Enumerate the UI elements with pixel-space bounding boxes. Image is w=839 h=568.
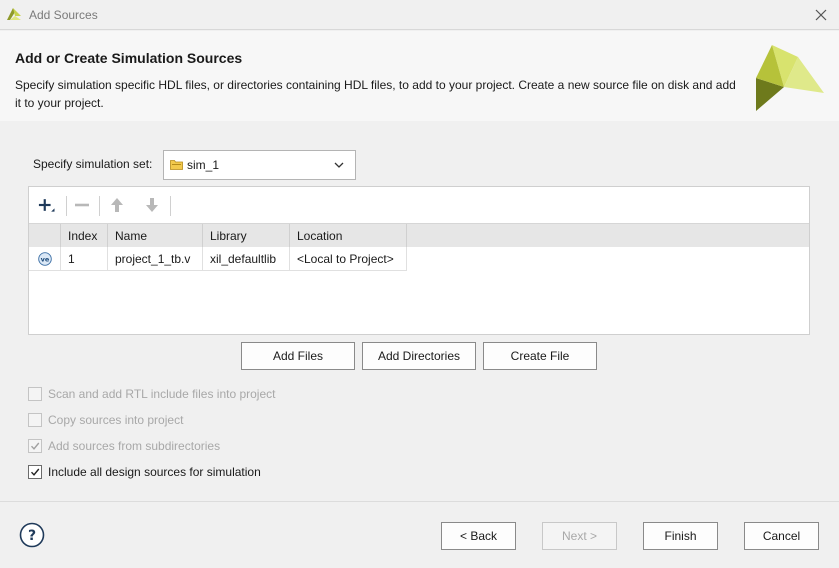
sources-toolbar	[29, 187, 809, 223]
simset-label: Specify simulation set:	[33, 157, 153, 171]
checkbox-label: Copy sources into project	[48, 413, 184, 427]
page-title: Add or Create Simulation Sources	[15, 50, 243, 66]
page-description: Specify simulation specific HDL files, o…	[15, 78, 736, 110]
column-header-location[interactable]: Location	[290, 224, 407, 248]
dialog-header: Add or Create Simulation Sources Specify…	[0, 31, 839, 121]
checkbox-box[interactable]	[28, 465, 42, 479]
column-header-library[interactable]: Library	[203, 224, 290, 248]
checkbox-label: Add sources from subdirectories	[48, 439, 221, 453]
checkmark-icon	[30, 468, 40, 476]
help-icon[interactable]: ?	[19, 522, 45, 548]
next-button[interactable]: Next >	[542, 522, 617, 550]
checkbox-label: Include all design sources for simulatio…	[48, 465, 261, 479]
checkmark-icon	[30, 442, 40, 450]
row-index: 1	[61, 247, 108, 271]
add-directories-button[interactable]: Add Directories	[362, 342, 476, 370]
row-location: <Local to Project>	[290, 247, 407, 271]
back-button[interactable]: < Back	[441, 522, 516, 550]
column-header-index[interactable]: Index	[61, 224, 108, 248]
toolbar-separator	[170, 196, 171, 216]
simset-value: sim_1	[187, 158, 220, 172]
table-row[interactable]: ve 1 project_1_tb.v xil_defaultlib <Loca…	[29, 247, 809, 271]
column-header-name[interactable]: Name	[108, 224, 203, 248]
add-files-button[interactable]: Add Files	[241, 342, 355, 370]
sources-panel: Index Name Library Location ve 1 project…	[28, 186, 810, 335]
remove-minus-icon[interactable]	[72, 195, 92, 215]
checkbox-box[interactable]	[28, 413, 42, 427]
close-icon[interactable]	[811, 5, 831, 25]
create-file-button[interactable]: Create File	[483, 342, 597, 370]
add-plus-icon[interactable]	[37, 195, 57, 215]
window-title: Add Sources	[29, 8, 98, 22]
vivado-app-icon	[7, 8, 21, 20]
verilog-file-icon: ve	[38, 252, 52, 266]
toolbar-separator	[66, 196, 67, 216]
svg-text:?: ?	[28, 528, 36, 544]
title-bar: Add Sources	[0, 0, 839, 30]
checkbox-box[interactable]	[28, 439, 42, 453]
folder-icon	[170, 160, 183, 170]
svg-text:ve: ve	[41, 256, 50, 264]
file-type-cell: ve	[29, 247, 61, 271]
column-icon	[29, 224, 61, 248]
cancel-button[interactable]: Cancel	[744, 522, 819, 550]
footer-divider	[0, 501, 839, 502]
row-library: xil_defaultlib	[203, 247, 290, 271]
toolbar-separator	[99, 196, 100, 216]
vivado-logo	[756, 45, 824, 111]
table-header: Index Name Library Location	[29, 223, 809, 248]
simset-select[interactable]: sim_1	[163, 150, 356, 180]
chevron-down-icon	[334, 162, 344, 168]
checkbox-label: Scan and add RTL include files into proj…	[48, 387, 276, 401]
checkbox-box[interactable]	[28, 387, 42, 401]
arrow-up-icon[interactable]	[107, 195, 127, 215]
row-name: project_1_tb.v	[108, 247, 203, 271]
arrow-down-icon[interactable]	[142, 195, 162, 215]
finish-button[interactable]: Finish	[643, 522, 718, 550]
